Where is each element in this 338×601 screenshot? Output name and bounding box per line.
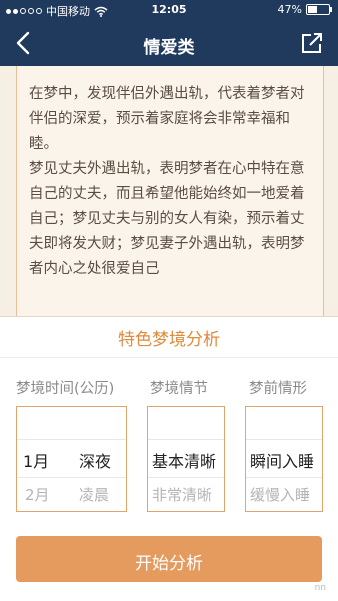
start-analysis-label: 开始分析 xyxy=(135,554,203,574)
status-bar: 中国移动 12:05 47% xyxy=(0,0,338,20)
start-analysis-button[interactable]: 开始分析 xyxy=(16,536,322,582)
month-selected[interactable]: 1月 xyxy=(23,448,49,472)
battery-icon xyxy=(306,4,332,15)
status-right: 47% xyxy=(277,3,332,16)
divider xyxy=(0,357,338,358)
panel-title: 特色梦境分析 xyxy=(118,330,220,350)
article-paragraph: 在梦中，发现伴侣外遇出轨，代表着梦者对伴侣的深爱，预示着家庭将会非常幸福和睦。 xyxy=(29,86,305,152)
pre-dream-selected[interactable]: 瞬间入睡 xyxy=(250,448,314,472)
pre-dream-next[interactable]: 缓慢入睡 xyxy=(250,484,310,505)
period-next[interactable]: 凌晨 xyxy=(79,484,109,505)
plot-selected[interactable]: 基本清晰 xyxy=(152,448,216,472)
month-next[interactable]: 2月 xyxy=(25,484,50,505)
share-icon[interactable] xyxy=(300,31,324,55)
dream-plot-picker[interactable]: 基本清晰 非常清晰 xyxy=(147,406,225,512)
pre-dream-label: 梦前情形 xyxy=(249,381,307,397)
dream-time-label: 梦境时间(公历) xyxy=(16,381,115,397)
period-selected[interactable]: 深夜 xyxy=(79,448,111,472)
article-paragraph: 梦见丈夫外遇出轨，表明梦者在心中特在意自己的丈夫，而且希望他能始终如一地爱着自己… xyxy=(29,161,305,277)
nav-bar: 情爱类 xyxy=(0,20,338,66)
dream-plot-label: 梦境情节 xyxy=(150,381,208,397)
battery-percent: 47% xyxy=(277,3,302,16)
article-card[interactable]: 在梦中，发现伴侣外遇出轨，代表着梦者对伴侣的深爱，预示着家庭将会非常幸福和睦。 … xyxy=(16,66,324,316)
page-title: 情爱类 xyxy=(143,38,195,58)
plot-next[interactable]: 非常清晰 xyxy=(152,484,212,505)
pre-dream-picker[interactable]: 瞬间入睡 缓慢入睡 xyxy=(245,406,323,512)
dream-time-picker[interactable]: 1月 深夜 2月 凌晨 xyxy=(16,406,127,512)
watermark: nn xyxy=(314,583,326,593)
article-area: 在梦中，发现伴侣外遇出轨，代表着梦者对伴侣的深爱，预示着家庭将会非常幸福和睦。 … xyxy=(0,66,338,316)
